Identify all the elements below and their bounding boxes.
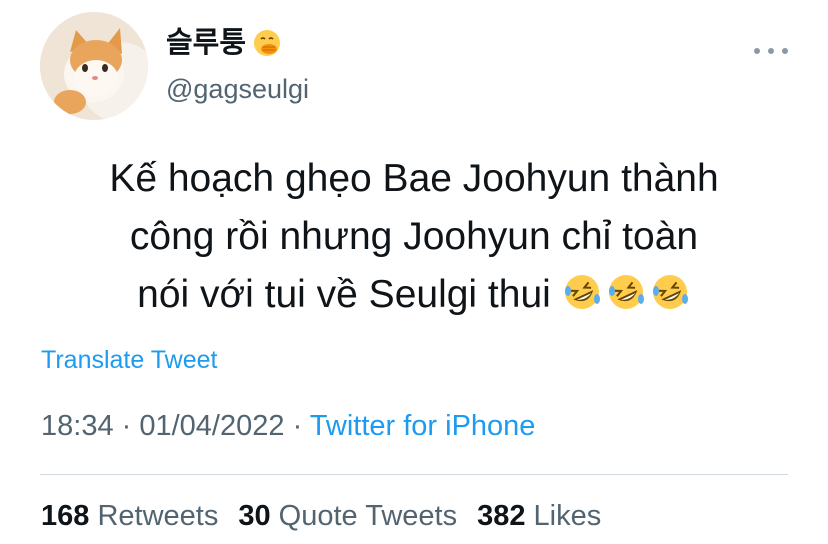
avatar[interactable] (40, 12, 148, 120)
quote-tweets-stat[interactable]: 30 Quote Tweets (238, 500, 457, 533)
likes-stat[interactable]: 382 Likes (477, 500, 601, 533)
display-name-text: 슬루퉁 (166, 26, 247, 59)
tweet-source-link[interactable]: Twitter for iPhone (310, 410, 536, 442)
tweet-stats: 168 Retweets 30 Quote Tweets 382 Likes (41, 500, 601, 533)
tweet-line-last: nói với tui về Seulgi thui (0, 266, 828, 324)
likes-count: 382 (477, 500, 526, 532)
retweets-label: Retweets (97, 500, 219, 532)
tweet-date[interactable]: 01/04/2022 (139, 410, 284, 442)
quotes-label: Quote Tweets (278, 500, 458, 532)
more-options-button[interactable] (754, 46, 788, 56)
face-with-hand-over-mouth-icon (254, 30, 281, 56)
meta-separator: · (284, 410, 310, 442)
tweet-line: Kế hoạch ghẹo Bae Joohyun thành (109, 157, 719, 200)
rofl-icon (564, 275, 600, 309)
quotes-count: 30 (238, 500, 271, 532)
retweets-count: 168 (41, 500, 90, 532)
tweet-line: công rồi nhưng Joohyun chỉ toàn (129, 215, 699, 258)
more-dot-icon (782, 48, 788, 54)
more-dot-icon (768, 48, 774, 54)
tweet-text: Kế hoạch ghẹo Bae Joohyun thành công rồi… (0, 150, 828, 324)
divider (40, 474, 788, 475)
rofl-icon (652, 275, 688, 309)
kitten-avatar-icon (40, 12, 148, 120)
more-dot-icon (754, 48, 760, 54)
translate-tweet-link[interactable]: Translate Tweet (41, 346, 217, 375)
meta-separator: · (113, 410, 140, 442)
likes-label: Likes (533, 500, 602, 532)
author-name[interactable]: 슬루퉁 (166, 28, 282, 58)
tweet-time[interactable]: 18:34 (41, 410, 114, 442)
tweet-line-text: nói với tui về Seulgi thui (137, 273, 551, 316)
author-handle[interactable]: @gagseulgi (166, 74, 309, 105)
retweets-stat[interactable]: 168 Retweets (41, 500, 218, 533)
rofl-icon (608, 275, 644, 309)
tweet-meta: 18:34 · 01/04/2022 · Twitter for iPhone (41, 410, 535, 443)
emoji-group (561, 271, 691, 313)
